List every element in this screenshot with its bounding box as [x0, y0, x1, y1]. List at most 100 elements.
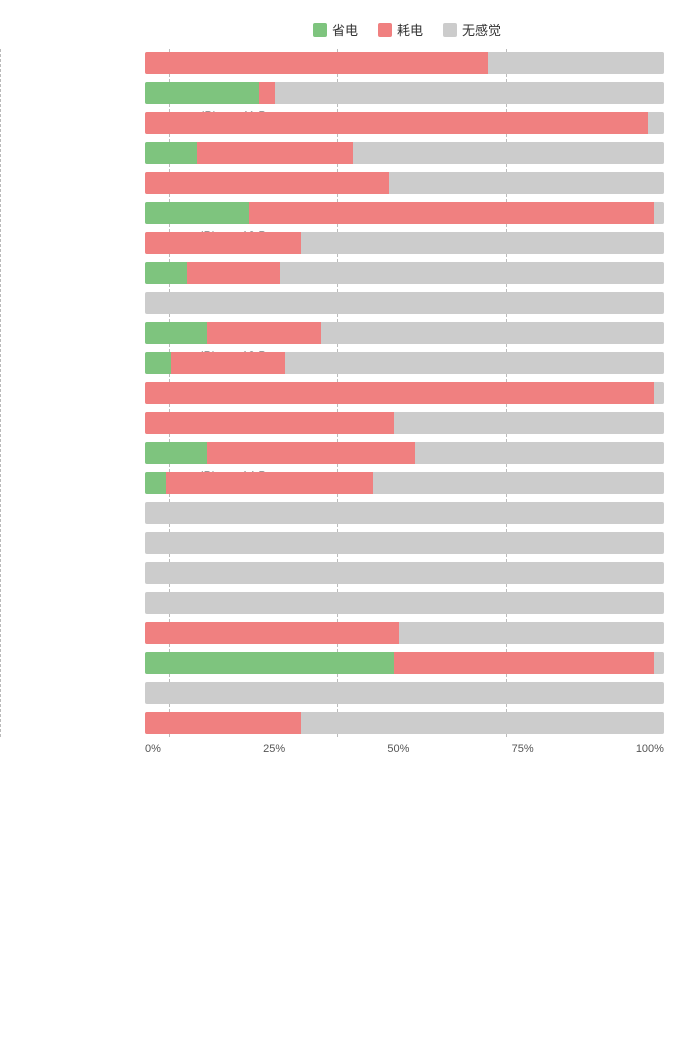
bar-segment-gray — [145, 562, 664, 584]
bar-segment-red — [145, 232, 301, 254]
bar-segment-gray — [415, 442, 664, 464]
bar-segment-gray — [353, 142, 664, 164]
bar-row: iPhone XR — [145, 649, 664, 677]
legend-label: 耗电 — [397, 20, 423, 39]
bar-track — [145, 202, 664, 224]
bar-row: iPhone 12 Pro Max — [145, 229, 664, 257]
bar-segment-red — [249, 202, 654, 224]
bar-segment-gray — [399, 622, 664, 644]
bar-segment-gray — [373, 472, 664, 494]
legend-color — [313, 23, 327, 37]
bar-row: iPhone 11 Pro Max — [145, 109, 664, 137]
bar-track — [145, 682, 664, 704]
bar-track — [145, 442, 664, 464]
chart-area: iPhone 11iPhone 11 ProiPhone 11 Pro Maxi… — [0, 49, 674, 737]
bar-segment-gray — [488, 52, 664, 74]
bar-segment-gray — [145, 592, 664, 614]
bar-segment-green — [145, 142, 197, 164]
bar-segment-red — [145, 622, 399, 644]
bar-segment-green — [145, 442, 207, 464]
bar-row: iPhone 12 mini — [145, 169, 664, 197]
bar-track — [145, 322, 664, 344]
bar-segment-gray — [280, 262, 664, 284]
legend-item: 无感觉 — [443, 20, 501, 39]
bar-segment-red — [145, 172, 389, 194]
legend-color — [443, 23, 457, 37]
bar-segment-red — [207, 442, 415, 464]
bar-segment-green — [145, 262, 187, 284]
bar-segment-red — [145, 112, 648, 134]
bar-segment-red — [259, 82, 275, 104]
bar-segment-green — [145, 352, 171, 374]
bar-track — [145, 232, 664, 254]
bar-row: iPhone 13 — [145, 259, 664, 287]
bar-segment-gray — [654, 652, 664, 674]
chart-legend: 省电 耗电 无感觉 — [0, 20, 674, 39]
bar-segment-red — [145, 412, 394, 434]
bar-track — [145, 352, 664, 374]
bar-track — [145, 172, 664, 194]
bar-row: iPhone 14 Plus — [145, 409, 664, 437]
bar-segment-gray — [648, 112, 664, 134]
bar-track — [145, 412, 664, 434]
bar-segment-red — [207, 322, 321, 344]
bar-row: iPhone 13 Pro — [145, 319, 664, 347]
bar-track — [145, 262, 664, 284]
bar-segment-red — [187, 262, 280, 284]
bar-track — [145, 502, 664, 524]
bar-row: iPhone SE 第3代 — [145, 589, 664, 617]
bar-segment-red — [197, 142, 353, 164]
bar-track — [145, 382, 664, 404]
legend-item: 省电 — [313, 20, 358, 39]
bar-row: iPhone 13 mini — [145, 289, 664, 317]
bar-segment-gray — [285, 352, 664, 374]
bar-row: iPhone X — [145, 619, 664, 647]
legend-item: 耗电 — [378, 20, 423, 39]
bar-segment-red — [171, 352, 285, 374]
legend-color — [378, 23, 392, 37]
bar-segment-red — [145, 52, 488, 74]
bar-segment-gray — [394, 412, 664, 434]
chart-container: 省电 耗电 无感觉 iPhone 11iPhone 11 ProiPhone 11 … — [0, 10, 674, 785]
bar-track — [145, 112, 664, 134]
bar-segment-gray — [389, 172, 664, 194]
bar-track — [145, 292, 664, 314]
legend-label: 省电 — [332, 20, 358, 39]
bar-track — [145, 52, 664, 74]
bar-segment-green — [145, 202, 249, 224]
bar-row: iPhone XS — [145, 679, 664, 707]
bar-row: iPhone 12 Pro — [145, 199, 664, 227]
bar-segment-red — [394, 652, 654, 674]
x-axis-labels: 0%25%50%75%100% — [145, 743, 664, 755]
legend-label: 无感觉 — [462, 20, 501, 39]
bar-track — [145, 652, 664, 674]
bar-segment-green — [145, 472, 166, 494]
bar-segment-gray — [145, 682, 664, 704]
bar-row: iPhone 8 — [145, 499, 664, 527]
bar-segment-green — [145, 82, 259, 104]
bar-segment-gray — [654, 382, 664, 404]
bar-track — [145, 472, 664, 494]
x-axis-label: 50% — [387, 743, 409, 755]
bar-segment-gray — [145, 292, 664, 314]
bar-row: iPhone 12 — [145, 139, 664, 167]
bar-row: iPhone 14 Pro Max — [145, 469, 664, 497]
bar-segment-gray — [654, 202, 664, 224]
bar-segment-green — [145, 322, 207, 344]
bar-segment-gray — [275, 82, 664, 104]
x-axis-label: 100% — [636, 743, 664, 755]
bar-segment-gray — [301, 232, 664, 254]
x-axis-label: 0% — [145, 743, 161, 755]
bar-track — [145, 622, 664, 644]
bar-row: iPhone 8 Plus — [145, 529, 664, 557]
bar-segment-gray — [321, 322, 664, 344]
bar-track — [145, 82, 664, 104]
bar-segment-gray — [301, 712, 664, 734]
bar-row: iPhone XS Max — [145, 709, 664, 737]
bar-row: iPhone 13 Pro Max — [145, 349, 664, 377]
bar-segment-green — [145, 652, 394, 674]
bar-row: iPhone 11 Pro — [145, 79, 664, 107]
grid-line — [0, 49, 1, 737]
bar-row: iPhone 14 Pro — [145, 439, 664, 467]
bar-segment-red — [145, 382, 654, 404]
